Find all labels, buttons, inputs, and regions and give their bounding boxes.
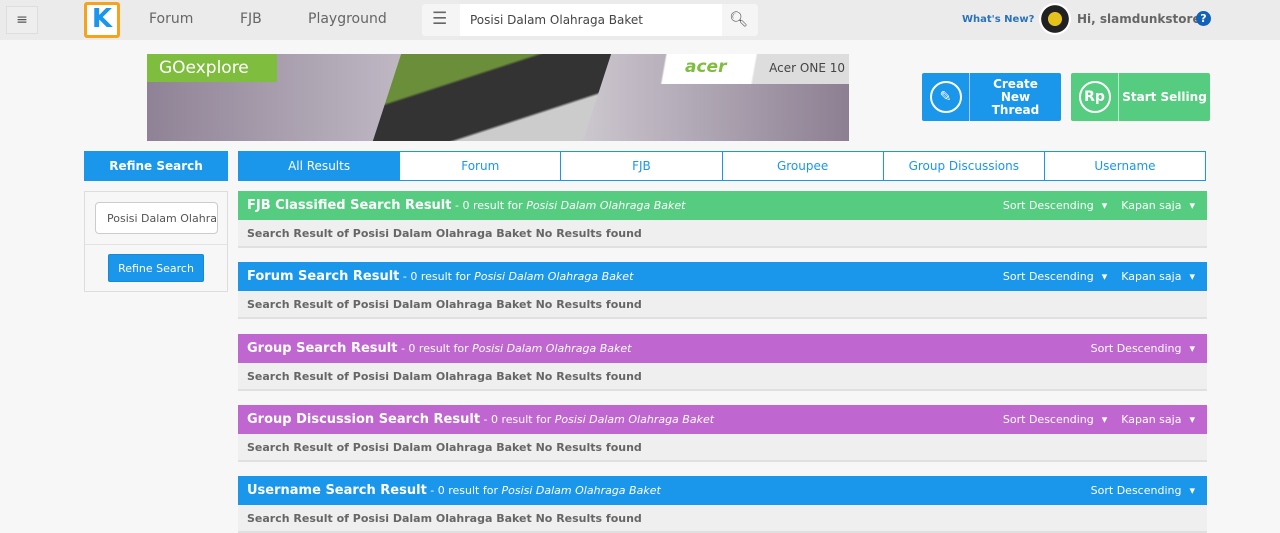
menu-button[interactable]: ≡ [6,6,38,34]
query-text: Posisi Dalam Olahraga Baket [526,199,686,212]
section-controls: Sort Descending ▾ Kapan saja ▾ [989,262,1195,291]
start-selling-button[interactable]: Rp Start Selling [1071,73,1210,121]
banner-goexplore: GOexplore [147,54,277,82]
search-icon[interactable]: 🔍︎ [729,10,748,28]
section-header: Group Discussion Search Result - 0 resul… [238,404,1207,434]
section-title: Group Search Result [247,340,398,356]
caret-down-icon[interactable]: ▾ [1102,199,1108,212]
result-count: - 0 result for [480,412,555,426]
kaskus-logo[interactable]: K [84,2,120,38]
caret-down-icon[interactable]: ▾ [1189,484,1195,497]
whats-new-link[interactable]: What's New? [962,14,1034,25]
rupiah-icon: Rp [1078,81,1111,113]
section-controls: Sort Descending ▾ [1077,334,1195,363]
sort-dropdown[interactable]: Sort Descending [1003,413,1094,426]
nav-fjb[interactable]: FJB [240,11,262,27]
caret-down-icon[interactable]: ▾ [1189,270,1195,283]
caret-down-icon[interactable]: ▾ [1189,342,1195,355]
create-thread-button[interactable]: ✎ Create New Thread [922,73,1061,121]
user-greeting[interactable]: Hi, slamdunkstore [1077,12,1201,26]
section-header: Username Search Result - 0 result for Po… [238,476,1207,506]
result-section: Group Search Result - 0 result for Posis… [238,333,1207,391]
query-text: Posisi Dalam Olahraga Baket [474,270,634,284]
section-body: Search Result of Posisi Dalam Olahraga B… [238,220,1207,248]
section-body: Search Result of Posisi Dalam Olahraga B… [238,433,1207,462]
result-count: - 0 result for [399,270,475,284]
query-text: Posisi Dalam Olahraga Baket [554,412,715,426]
section-title: Forum Search Result [247,269,400,285]
caret-down-icon[interactable]: ▾ [1189,413,1195,426]
acer-logo: acer Acer ONE 10 [649,54,849,84]
refine-search-panel: Refine Search [84,191,228,292]
create-thread-label: Create New Thread [991,76,1040,117]
acer-brand: acer [685,57,727,77]
pencil-icon: ✎ [929,81,962,113]
search-bar: ☰ Posisi Dalam Olahraga Baket 🔍︎ [422,4,758,36]
caret-down-icon[interactable]: ▾ [1102,270,1108,283]
refine-search-input[interactable] [95,202,218,234]
result-section: FJB Classified Search Result - 0 result … [238,191,1207,248]
sort-dropdown[interactable]: Sort Descending [1091,342,1182,355]
sort-dropdown[interactable]: Sort Descending [1003,270,1094,283]
time-dropdown[interactable]: Kapan saja [1121,270,1181,283]
tab-groupee[interactable]: Groupee [721,152,883,180]
section-body: Search Result of Posisi Dalam Olahraga B… [238,505,1207,533]
result-count: - 0 result for [426,484,502,498]
sort-dropdown[interactable]: Sort Descending [1091,484,1182,497]
result-section: Group Discussion Search Result - 0 resul… [238,404,1207,462]
query-text: Posisi Dalam Olahraga Baket [501,484,661,498]
nav-playground[interactable]: Playground [308,11,387,27]
section-controls: Sort Descending ▾ [1077,476,1195,505]
acer-model: Acer ONE 10 [769,61,845,75]
section-title: FJB Classified Search Result [247,198,452,213]
help-icon[interactable]: ? [1196,11,1211,26]
hamburger-icon: ≡ [16,12,28,28]
laptop-image [372,54,612,141]
section-body: Search Result of Posisi Dalam Olahraga B… [238,291,1207,320]
section-controls: Sort Descending ▾ Kapan saja ▾ [989,191,1195,220]
search-input[interactable]: Posisi Dalam Olahraga Baket [460,4,722,36]
ad-banner[interactable]: GOexplore acer Acer ONE 10 [147,54,849,141]
tab-username[interactable]: Username [1043,152,1206,180]
result-tabs: All Results Forum FJB Groupee Group Disc… [238,151,1206,181]
query-text: Posisi Dalam Olahraga Baket [472,341,632,355]
caret-down-icon[interactable]: ▾ [1189,199,1195,212]
caret-down-icon[interactable]: ▾ [1102,413,1108,426]
section-header: Group Search Result - 0 result for Posis… [238,333,1207,363]
section-title: Username Search Result [247,483,427,499]
tab-fjb[interactable]: FJB [560,152,722,180]
section-title: Group Discussion Search Result [247,411,481,427]
refine-search-button[interactable]: Refine Search [108,254,204,282]
refine-search-heading: Refine Search [84,151,228,181]
section-header: Forum Search Result - 0 result for Posis… [238,262,1207,292]
divider [85,244,227,245]
result-count: - 0 result for [397,341,473,355]
time-dropdown[interactable]: Kapan saja [1121,413,1181,426]
top-bar: ≡ K Forum FJB Playground ☰ Posisi Dalam … [0,0,1280,40]
sort-dropdown[interactable]: Sort Descending [1003,199,1094,212]
tab-forum[interactable]: Forum [399,152,561,180]
time-dropdown[interactable]: Kapan saja [1121,199,1181,212]
result-section: Forum Search Result - 0 result for Posis… [238,262,1207,320]
avatar[interactable] [1039,3,1071,35]
result-count: - 0 result for [451,199,527,212]
tab-group-discussions[interactable]: Group Discussions [882,152,1044,180]
start-selling-label: Start Selling [1122,89,1207,104]
search-menu-icon[interactable]: ☰ [432,9,447,29]
tab-all-results[interactable]: All Results [239,152,400,180]
result-section: Username Search Result - 0 result for Po… [238,476,1207,533]
section-body: Search Result of Posisi Dalam Olahraga B… [238,362,1207,391]
section-header: FJB Classified Search Result - 0 result … [238,191,1207,220]
nav-forum[interactable]: Forum [149,11,193,27]
section-controls: Sort Descending ▾ Kapan saja ▾ [989,405,1195,434]
